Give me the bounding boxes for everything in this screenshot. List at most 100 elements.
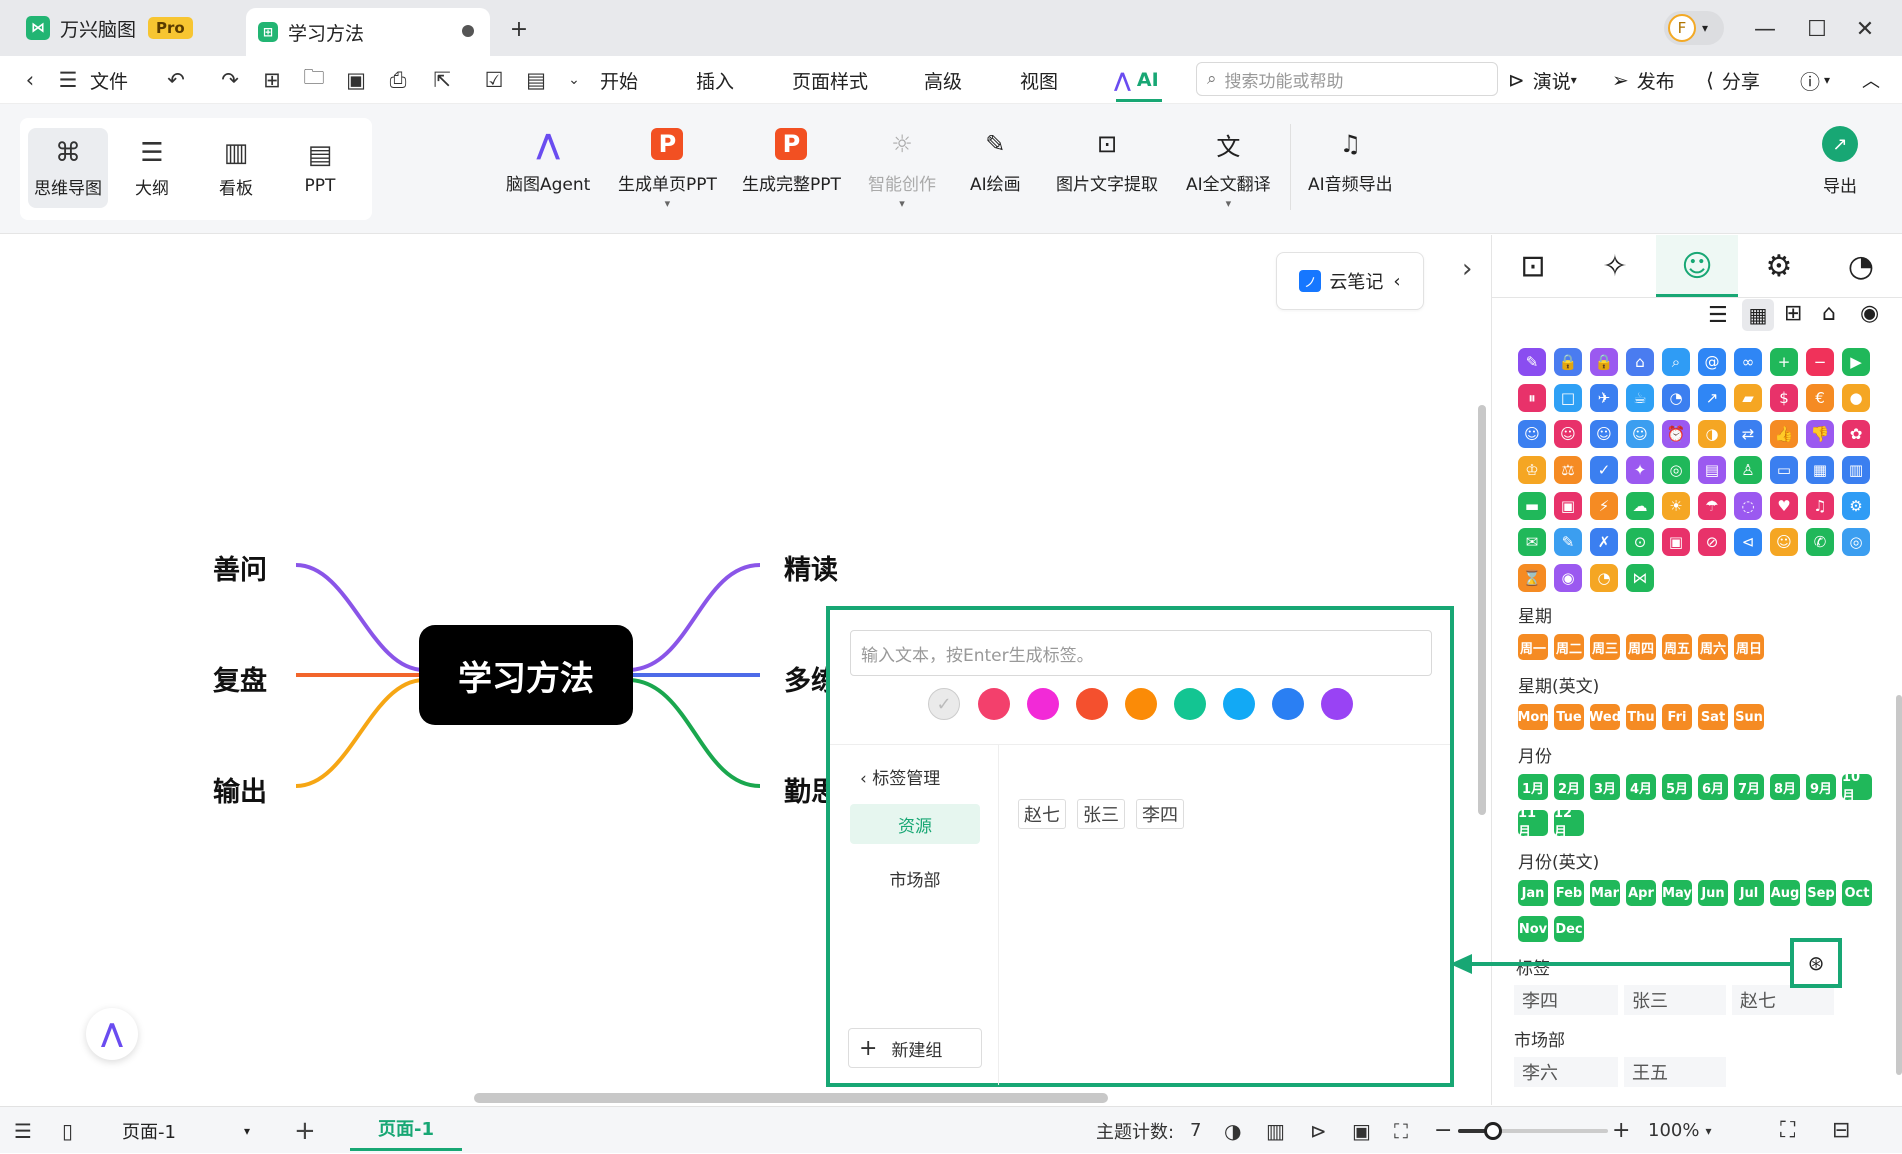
clipart-icon[interactable]: ☺ bbox=[1770, 528, 1798, 556]
clipart-icon[interactable]: ☺ bbox=[1626, 420, 1654, 448]
slides-icon[interactable]: ▯ bbox=[62, 1107, 73, 1154]
export-button[interactable]: ↗ 导出 bbox=[1822, 126, 1858, 197]
clipart-icon[interactable]: ♔ bbox=[1518, 456, 1546, 484]
clipart-icon[interactable]: ✿ bbox=[1842, 420, 1870, 448]
week-badge[interactable]: 周三 bbox=[1590, 634, 1620, 660]
clipart-icon[interactable]: ⏰ bbox=[1662, 420, 1690, 448]
clipart-icon[interactable]: 🔒 bbox=[1554, 348, 1582, 376]
page-list-icon[interactable]: ☰ bbox=[14, 1107, 32, 1154]
clipart-icon[interactable]: ⌂ bbox=[1626, 348, 1654, 376]
clipart-icon[interactable]: ⏸ bbox=[1518, 384, 1546, 412]
month-badge[interactable]: 7月 bbox=[1734, 774, 1764, 800]
present-button[interactable]: ⊳ 演说 ▾ bbox=[1508, 56, 1577, 104]
clipart-icon[interactable]: ✦ bbox=[1626, 456, 1654, 484]
month-en-badge[interactable]: Sep bbox=[1806, 880, 1836, 906]
group-resources[interactable]: 资源 bbox=[850, 804, 980, 844]
color-swatch[interactable] bbox=[1174, 688, 1206, 720]
tag-settings-icon[interactable]: ⌂ bbox=[1822, 301, 1836, 326]
maximize-icon[interactable]: ☐ bbox=[1800, 12, 1834, 46]
week-badge[interactable]: 周六 bbox=[1698, 634, 1728, 660]
page-select[interactable]: 页面-1 ▾ bbox=[112, 1115, 260, 1147]
clipart-icon[interactable]: ▥ bbox=[1842, 456, 1870, 484]
clipart-icon[interactable]: $ bbox=[1770, 384, 1798, 412]
minimize-icon[interactable]: — bbox=[1748, 12, 1782, 46]
month-badge[interactable]: 12月 bbox=[1554, 806, 1584, 840]
panel-tab-ai[interactable]: ✧ bbox=[1574, 235, 1656, 297]
color-swatch[interactable] bbox=[1076, 688, 1108, 720]
help-button[interactable]: ⓘ ▾ bbox=[1800, 56, 1830, 104]
collapse-ribbon-icon[interactable]: ︿ bbox=[1862, 56, 1880, 104]
popup-tag-chip[interactable]: 赵七 bbox=[1018, 799, 1066, 829]
popup-tag-chip[interactable]: 张三 bbox=[1077, 799, 1125, 829]
clipart-icon[interactable]: ✉ bbox=[1518, 528, 1546, 556]
month-en-badge[interactable]: Dec bbox=[1554, 916, 1584, 942]
clipart-icon[interactable]: ☁ bbox=[1626, 492, 1654, 520]
month-badge[interactable]: 9月 bbox=[1806, 774, 1836, 800]
clipart-icon[interactable]: ☺ bbox=[1554, 420, 1582, 448]
month-en-badge[interactable]: May bbox=[1662, 880, 1692, 906]
month-badge[interactable]: 10月 bbox=[1842, 770, 1872, 804]
clipart-icon[interactable]: ▭ bbox=[1770, 456, 1798, 484]
week-en-badge[interactable]: Thu bbox=[1626, 704, 1656, 730]
clipart-icon[interactable]: 👍 bbox=[1770, 420, 1798, 448]
clipart-icon[interactable]: + bbox=[1770, 348, 1798, 376]
month-badge[interactable]: 6月 bbox=[1698, 774, 1728, 800]
clipart-icon[interactable]: ☺ bbox=[1590, 420, 1618, 448]
clipart-icon[interactable]: ⊘ bbox=[1698, 528, 1726, 556]
topic-left-3[interactable]: 输出 bbox=[213, 770, 267, 809]
month-en-badge[interactable]: Oct bbox=[1842, 880, 1872, 906]
market-tag-chip[interactable]: 李六 bbox=[1514, 1057, 1618, 1087]
clipart-icon[interactable]: ◎ bbox=[1842, 528, 1870, 556]
month-en-badge[interactable]: Mar bbox=[1590, 880, 1620, 906]
close-icon[interactable]: ✕ bbox=[1848, 12, 1882, 46]
clipart-icon[interactable]: ∞ bbox=[1734, 348, 1762, 376]
panel-tab-icons[interactable]: ☺ bbox=[1656, 235, 1738, 297]
clipart-icon[interactable]: ◉ bbox=[1554, 564, 1582, 592]
clipart-icon[interactable]: 👎 bbox=[1806, 420, 1834, 448]
panel-scrollbar[interactable] bbox=[1896, 695, 1902, 1075]
clipart-icon[interactable]: ◎ bbox=[1662, 456, 1690, 484]
clipart-icon[interactable]: − bbox=[1806, 348, 1834, 376]
clipart-icon[interactable]: ▰ bbox=[1734, 384, 1762, 412]
panel-tab-style[interactable]: ⊡ bbox=[1492, 235, 1574, 297]
clipart-icon[interactable]: ⇄ bbox=[1734, 420, 1762, 448]
clipart-icon[interactable]: ⊲ bbox=[1734, 528, 1762, 556]
clipart-icon[interactable]: @ bbox=[1698, 348, 1726, 376]
week-badge[interactable]: 周日 bbox=[1734, 634, 1764, 660]
ai-assistant-fab[interactable]: ⋀ bbox=[86, 1008, 138, 1060]
color-swatch[interactable] bbox=[1321, 688, 1353, 720]
user-menu[interactable]: F ▾ bbox=[1664, 11, 1724, 45]
color-swatch[interactable] bbox=[1223, 688, 1255, 720]
week-en-badge[interactable]: Fri bbox=[1662, 704, 1692, 730]
tag-chip[interactable]: 李四 bbox=[1514, 985, 1618, 1015]
pie-icon[interactable]: ◑ bbox=[1224, 1107, 1241, 1154]
clipart-icon[interactable]: € bbox=[1806, 384, 1834, 412]
month-badge[interactable]: 8月 bbox=[1770, 774, 1800, 800]
page-tab[interactable]: 页面-1 bbox=[350, 1107, 462, 1151]
week-badge[interactable]: 周五 bbox=[1662, 634, 1692, 660]
topic-right-1[interactable]: 精读 bbox=[784, 548, 838, 587]
month-badge[interactable]: 2月 bbox=[1554, 774, 1584, 800]
group-market[interactable]: 市场部 bbox=[850, 858, 980, 898]
panel-tab-theme[interactable]: ⚙ bbox=[1738, 235, 1820, 297]
clipart-icon[interactable]: ✎ bbox=[1518, 348, 1546, 376]
clipart-icon[interactable]: 🔒 bbox=[1590, 348, 1618, 376]
color-swatch[interactable] bbox=[1125, 688, 1157, 720]
clipart-icon[interactable]: ✓ bbox=[1590, 456, 1618, 484]
tag-input[interactable]: 输入文本，按Enter生成标签。 bbox=[850, 630, 1432, 676]
clipart-icon[interactable]: ◔ bbox=[1662, 384, 1690, 412]
month-en-badge[interactable]: Aug bbox=[1770, 880, 1800, 906]
play-icon[interactable]: ⊳ bbox=[1310, 1107, 1327, 1154]
new-group-button[interactable]: + 新建组 bbox=[848, 1028, 982, 1068]
tag-chip[interactable]: 张三 bbox=[1624, 985, 1726, 1015]
zoom-level[interactable]: 100% ▾ bbox=[1648, 1107, 1712, 1154]
clipart-icon[interactable]: ▣ bbox=[1554, 492, 1582, 520]
clipart-icon[interactable]: ✗ bbox=[1590, 528, 1618, 556]
clipart-icon[interactable]: ▣ bbox=[1662, 528, 1690, 556]
tag-manage-back[interactable]: ‹ 标签管理 bbox=[860, 764, 940, 789]
clipart-icon[interactable]: ♫ bbox=[1806, 492, 1834, 520]
month-badge[interactable]: 1月 bbox=[1518, 774, 1548, 800]
clipart-icon[interactable]: ♙ bbox=[1734, 456, 1762, 484]
clipart-icon[interactable]: ✎ bbox=[1554, 528, 1582, 556]
week-en-badge[interactable]: Sun bbox=[1734, 704, 1764, 730]
